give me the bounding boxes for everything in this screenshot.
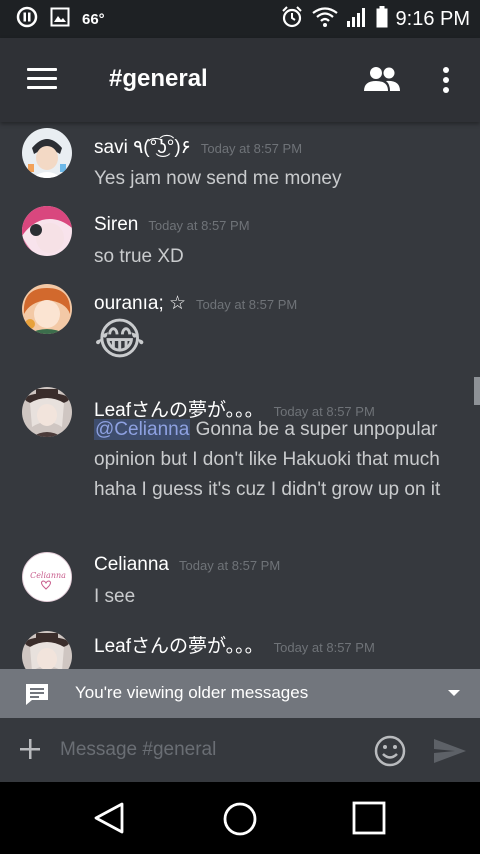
message-emoji: 😂 <box>94 315 146 364</box>
message-list[interactable]: savi ٩(͡°͜ʖ͡°)۶ Today at 8:57 PM Yes jam … <box>0 122 480 669</box>
avatar[interactable]: Celianna <box>22 552 72 602</box>
avatar-text: Celianna <box>30 571 66 580</box>
image-icon <box>50 7 70 32</box>
clock-text: 9:16 PM <box>395 8 470 30</box>
message-timestamp: Today at 8:57 PM <box>179 558 281 573</box>
message-timestamp: Today at 8:57 PM <box>200 141 303 156</box>
chat-bubble-icon <box>24 682 50 711</box>
signal-icon <box>346 7 368 32</box>
message-input[interactable] <box>60 734 350 766</box>
home-icon[interactable] <box>222 801 258 842</box>
message-author[interactable]: Siren Today at 8:57 PM <box>94 214 250 236</box>
message-author[interactable]: Leafさんの夢が。。。 Today at 8:57 PM <box>94 631 375 658</box>
scrollbar-thumb[interactable] <box>474 377 480 405</box>
message-text: Yes jam now send me money <box>94 168 342 189</box>
avatar[interactable] <box>22 631 72 669</box>
message-author[interactable]: savi ٩(͡°͜ʖ͡°)۶ Today at 8:57 PM <box>94 136 302 159</box>
message-composer <box>0 718 480 782</box>
avatar[interactable] <box>22 284 72 334</box>
avatar[interactable] <box>22 206 72 256</box>
message-author[interactable]: ouranıa; ☆ Today at 8:57 PM <box>94 292 297 315</box>
more-options-icon[interactable] <box>440 66 452 99</box>
emoji-icon[interactable] <box>374 735 406 772</box>
system-navigation-bar <box>0 782 480 854</box>
alarm-icon <box>280 5 304 34</box>
older-messages-banner[interactable]: You're viewing older messages <box>0 669 480 718</box>
avatar[interactable] <box>22 387 72 437</box>
message-timestamp: Today at 8:57 PM <box>273 640 375 655</box>
channel-title: #general <box>109 65 208 92</box>
message-timestamp: Today at 8:57 PM <box>148 218 250 233</box>
add-attachment-icon[interactable] <box>18 737 42 766</box>
message-text: I see <box>94 586 136 607</box>
avatar[interactable] <box>22 128 72 178</box>
jump-down-icon[interactable] <box>448 690 460 696</box>
pause-circle-icon <box>16 6 38 33</box>
message-text: so true XD <box>94 246 184 267</box>
members-icon[interactable] <box>364 66 400 97</box>
older-messages-text: You're viewing older messages <box>75 683 309 702</box>
hamburger-menu-icon[interactable] <box>27 68 57 92</box>
message-author[interactable]: Celianna Today at 8:57 PM <box>94 554 280 576</box>
temperature-text: 66° <box>82 11 105 28</box>
battery-icon <box>376 6 388 33</box>
recent-apps-icon[interactable] <box>352 801 388 840</box>
wifi-icon <box>311 7 338 32</box>
message-timestamp: Today at 8:57 PM <box>196 297 298 312</box>
message-text: @Celianna Gonna be a super unpopular opi… <box>94 419 441 500</box>
channel-header: #general <box>0 38 480 122</box>
send-icon[interactable] <box>433 738 467 769</box>
back-icon[interactable] <box>93 801 125 840</box>
status-bar: 66° 9:16 PM <box>0 0 480 38</box>
user-mention[interactable]: @Celianna <box>94 419 191 440</box>
